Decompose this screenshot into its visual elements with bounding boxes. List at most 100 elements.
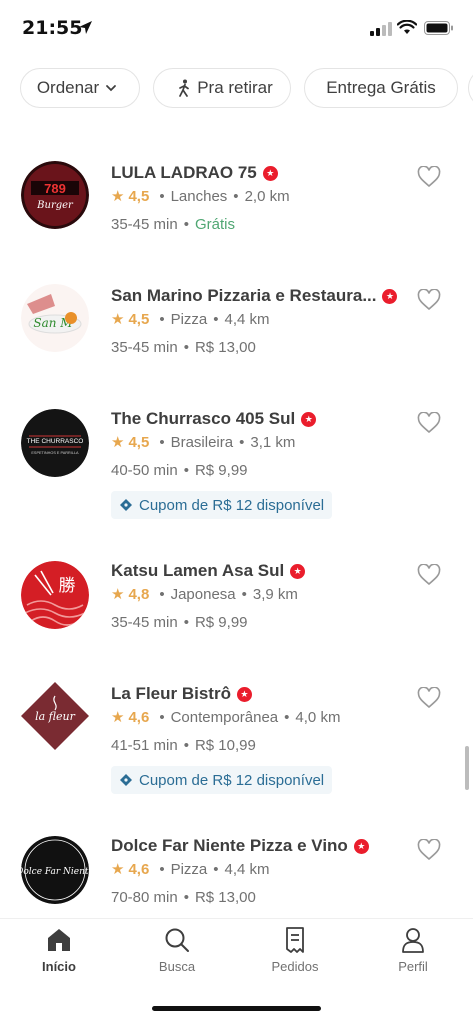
distance: 3,1 km (250, 433, 296, 451)
restaurant-logo: San M (21, 284, 89, 352)
sort-filter-chip[interactable]: Ordenar (20, 68, 140, 108)
wifi-icon (397, 20, 417, 34)
restaurant-card[interactable]: THE CHURRASCO ESPETINHOS E PARRILLA The C… (0, 407, 473, 527)
svg-text:Burger: Burger (36, 200, 74, 211)
restaurant-meta: ★ 4,6 • Pizza • 4,4 km (111, 860, 270, 879)
delivery-info: 41-51 min • R$ 10,99 (111, 737, 256, 754)
delivery-info: 40-50 min • R$ 9,99 (111, 462, 248, 479)
restaurant-name: The Churrasco 405 Sul (111, 409, 296, 428)
category: Pizza (170, 860, 208, 878)
super-restaurant-badge-icon (382, 288, 398, 304)
favorite-heart-icon[interactable] (417, 687, 441, 709)
star-icon: ★ (111, 434, 125, 451)
tab-label: Pedidos (271, 959, 319, 974)
distance: 3,9 km (252, 585, 298, 603)
profile-icon (402, 928, 424, 953)
rating: 4,6 (128, 708, 150, 726)
free-delivery-label: Entrega Grátis (326, 78, 436, 97)
favorite-heart-icon[interactable] (417, 289, 441, 311)
restaurant-logo: Dolce Far Niente (21, 836, 89, 904)
delivery-fee: R$ 10,99 (194, 737, 256, 754)
more-filter-chip[interactable] (468, 68, 473, 108)
restaurant-logo: THE CHURRASCO ESPETINHOS E PARRILLA (21, 409, 89, 477)
logo-title: THE CHURRASCO (27, 438, 84, 445)
restaurant-logo: la fleur (21, 682, 89, 750)
super-restaurant-badge-icon (353, 838, 369, 854)
rating: 4,5 (128, 433, 150, 451)
scrollbar[interactable] (465, 746, 469, 790)
tab-label: Início (42, 959, 76, 974)
delivery-info: 35-45 min • Grátis (111, 216, 235, 233)
restaurant-meta: ★ 4,6 • Contemporânea • 4,0 km (111, 708, 341, 727)
distance: 4,0 km (295, 708, 341, 726)
coupon-text: Cupom de R$ 12 disponível (139, 771, 325, 789)
delivery-info: 70-80 min • R$ 13,00 (111, 889, 256, 906)
delivery-time: 70-80 min (111, 889, 178, 906)
delivery-time: 35-45 min (111, 614, 178, 631)
restaurant-name: Katsu Lamen Asa Sul (111, 561, 285, 580)
svg-text:789: 789 (44, 181, 66, 196)
restaurant-card[interactable]: la fleur La Fleur Bistrô ★4,6•Contemporâ… (0, 682, 473, 802)
restaurant-meta: ★ 4,5 • Pizza • 4,4 km (111, 310, 270, 329)
delivery-time: 40-50 min (111, 462, 178, 479)
restaurant-logo: 789 Burger (21, 161, 89, 229)
delivery-fee: Grátis (194, 216, 235, 233)
category: Japonesa (170, 585, 236, 603)
restaurant-name: La Fleur Bistrô (111, 684, 231, 703)
super-restaurant-badge-icon (301, 411, 317, 427)
restaurant-card[interactable]: San M San Marino Pizzaria e Restaura... … (0, 284, 473, 374)
tab-label: Perfil (398, 959, 428, 974)
favorite-heart-icon[interactable] (417, 412, 441, 434)
pickup-label: Pra retirar (197, 78, 273, 97)
restaurant-name: LULA LADRAO 75 (111, 163, 257, 182)
coupon-badge[interactable]: Cupom de R$ 12 disponível (111, 491, 333, 519)
distance: 4,4 km (224, 310, 270, 328)
pickup-filter-chip[interactable]: Pra retirar (153, 68, 291, 108)
search-icon (165, 928, 189, 952)
distance: 2,0 km (244, 187, 290, 205)
restaurant-list: 789 Burger LULA LADRAO 75 ★4,5•Lanches•2,… (0, 120, 473, 918)
star-icon: ★ (111, 861, 125, 878)
walking-person-icon (179, 79, 190, 97)
favorite-heart-icon[interactable] (417, 839, 441, 861)
tab-profile[interactable]: Perfil (354, 927, 472, 974)
home-indicator[interactable] (152, 1006, 321, 1011)
restaurant-card[interactable]: Dolce Far Niente Dolce Far Niente Pizza … (0, 834, 473, 918)
star-icon: ★ (111, 586, 125, 603)
super-restaurant-badge-icon (236, 686, 252, 702)
location-arrow-icon (79, 21, 92, 34)
home-icon (48, 929, 70, 951)
coupon-tag-icon (120, 774, 132, 786)
free-delivery-filter-chip[interactable]: Entrega Grátis (304, 68, 458, 108)
sort-label: Ordenar (36, 78, 100, 97)
super-restaurant-badge-icon (262, 165, 278, 181)
category: Contemporânea (170, 708, 279, 726)
delivery-fee: R$ 13,00 (194, 339, 256, 356)
filter-bar: Ordenar Pra retirar Entrega Grátis (0, 68, 473, 108)
star-icon: ★ (111, 709, 125, 726)
category: Lanches (170, 187, 228, 205)
cellular-signal-icon (370, 22, 392, 36)
restaurant-meta: ★ 4,8 • Japonesa • 3,9 km (111, 585, 298, 604)
coupon-text: Cupom de R$ 12 disponível (139, 496, 325, 514)
star-icon: ★ (111, 188, 125, 205)
coupon-badge[interactable]: Cupom de R$ 12 disponível (111, 766, 333, 794)
logo-text: la fleur (35, 710, 76, 723)
delivery-info: 35-45 min • R$ 9,99 (111, 614, 248, 631)
rating: 4,5 (128, 310, 150, 328)
delivery-time: 41-51 min (111, 737, 178, 754)
tab-orders[interactable]: Pedidos (236, 927, 354, 974)
delivery-fee: R$ 9,99 (194, 614, 248, 631)
logo-kanji: 勝 (59, 576, 76, 596)
orders-icon (286, 927, 304, 953)
favorite-heart-icon[interactable] (417, 564, 441, 586)
tab-home[interactable]: Início (0, 927, 118, 974)
tab-search[interactable]: Busca (118, 927, 236, 974)
restaurant-name: San Marino Pizzaria e Restaura... (111, 286, 377, 305)
restaurant-card[interactable]: 勝 Katsu Lamen Asa Sul ★4,8•Japonesa•3,9 … (0, 559, 473, 649)
category: Pizza (170, 310, 208, 328)
logo-subtitle: ESPETINHOS E PARRILLA (31, 451, 79, 455)
restaurant-card[interactable]: 789 Burger LULA LADRAO 75 ★4,5•Lanches•2,… (0, 161, 473, 251)
favorite-heart-icon[interactable] (417, 166, 441, 188)
rating: 4,5 (128, 187, 150, 205)
